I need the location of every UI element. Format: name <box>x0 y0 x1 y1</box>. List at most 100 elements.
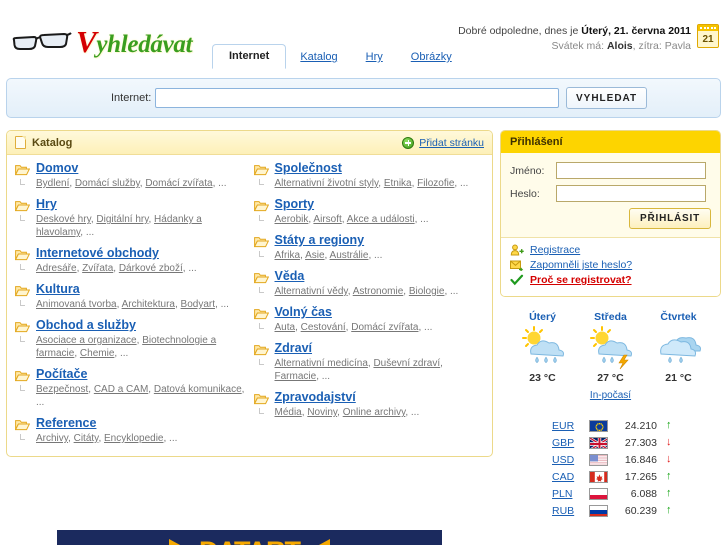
subcategory-link[interactable]: Auta <box>275 322 296 333</box>
category-title-row[interactable]: Věda <box>253 269 485 284</box>
weather-source[interactable]: In-počasí <box>500 390 721 401</box>
register-link-row[interactable]: Registrace <box>510 244 711 256</box>
login-password-input[interactable] <box>556 185 706 202</box>
subcategory-link[interactable]: Online archivy <box>343 407 406 418</box>
category-name[interactable]: Sporty <box>275 197 315 211</box>
category-name[interactable]: Věda <box>275 269 305 283</box>
login-name-input[interactable] <box>556 162 706 179</box>
subcategory-link[interactable]: Citáty <box>74 433 99 444</box>
subcategory-link[interactable]: Etnika <box>384 178 412 189</box>
category-name[interactable]: Hry <box>36 197 57 211</box>
why-register-link[interactable]: Proč se registrovat? <box>530 274 632 286</box>
subcategory-link[interactable]: Biologie <box>409 286 445 297</box>
category-title-row[interactable]: Kultura <box>15 282 246 297</box>
forgot-password-row[interactable]: Zapomněli jste heslo? <box>510 259 711 272</box>
subcategory-link[interactable]: Zvířata <box>82 263 113 274</box>
subcategory-link[interactable]: Aerobik <box>275 214 309 225</box>
subcategory-link[interactable]: Domácí zvířata <box>351 322 418 333</box>
weather-source-link[interactable]: In-počasí <box>590 390 631 401</box>
search-input[interactable] <box>155 88 559 108</box>
currency-code-link[interactable]: GBP <box>552 437 582 449</box>
category-title-row[interactable]: Reference <box>15 416 246 431</box>
subcategory-link[interactable]: CAD a CAM <box>94 384 148 395</box>
category-name[interactable]: Internetové obchody <box>36 246 159 260</box>
subcategory-link[interactable]: Dárkové zboží <box>119 263 183 274</box>
subcategory-link[interactable]: Airsoft <box>313 214 341 225</box>
tab-katalog[interactable]: Katalog <box>286 46 351 69</box>
tab-obrazky[interactable]: Obrázky <box>397 46 466 69</box>
ca-flag <box>589 470 608 483</box>
subcategory-link[interactable]: Chemie <box>80 348 114 359</box>
forgot-password-link[interactable]: Zapomněli jste heslo? <box>530 259 632 271</box>
category-title-row[interactable]: Zdraví <box>253 341 485 356</box>
category-name[interactable]: Zdraví <box>275 341 313 355</box>
page-icon <box>15 136 26 149</box>
category-title-row[interactable]: Počítače <box>15 367 246 382</box>
subcategory-link[interactable]: Astronomie <box>353 286 404 297</box>
category-name[interactable]: Volný čas <box>275 305 332 319</box>
subcategory-link[interactable]: Archivy <box>36 433 68 444</box>
category-title-row[interactable]: Státy a regiony <box>253 233 485 248</box>
category-name[interactable]: Zpravodajství <box>275 390 356 404</box>
category-name[interactable]: Obchod a služby <box>36 318 136 332</box>
category-name[interactable]: Společnost <box>275 161 342 175</box>
subcategory-link[interactable]: Animovaná tvorba <box>36 299 117 310</box>
subcategory-link[interactable]: Alternativní vědy <box>275 286 348 297</box>
currency-code-link[interactable]: PLN <box>552 488 582 500</box>
subcategory-link[interactable]: Noviny <box>307 407 337 418</box>
category-title-row[interactable]: Hry <box>15 197 246 212</box>
category-title-row[interactable]: Obchod a služby <box>15 318 246 333</box>
subcategory-link[interactable]: Afrika <box>275 250 301 261</box>
subcategory-row: Archivy, Citáty, Encyklopedie, ... <box>15 432 246 445</box>
subcategory-link[interactable]: Asociace a organizace <box>36 335 137 346</box>
currency-code-link[interactable]: RUB <box>552 505 582 517</box>
category-title-row[interactable]: Společnost <box>253 161 485 176</box>
subcategory-link[interactable]: Domácí zvířata <box>145 178 212 189</box>
subcategory-link[interactable]: Bodyart <box>181 299 215 310</box>
subcategory-link[interactable]: Austrálie <box>330 250 369 261</box>
subcategory-link[interactable]: Cestování <box>301 322 346 333</box>
register-link[interactable]: Registrace <box>530 244 580 256</box>
weather-temp: 27 °C <box>597 372 624 384</box>
category-name[interactable]: Kultura <box>36 282 80 296</box>
category-name[interactable]: Počítače <box>36 367 87 381</box>
login-submit-button[interactable]: PŘIHLÁSIT <box>629 208 711 229</box>
category-name[interactable]: Státy a regiony <box>275 233 365 247</box>
subcategory-link[interactable]: Domácí služby <box>75 178 140 189</box>
subcategory-link[interactable]: Filozofie <box>417 178 454 189</box>
subcategory-link[interactable]: Encyklopedie <box>104 433 163 444</box>
tab-hry[interactable]: Hry <box>352 46 397 69</box>
add-page-link[interactable]: Přidat stránku <box>419 137 484 149</box>
add-page-link-group[interactable]: Přidat stránku <box>402 136 484 149</box>
subcategory-link[interactable]: Alternativní medicína <box>275 358 368 369</box>
subcategory-link[interactable]: Farmacie <box>275 371 317 382</box>
subcategory-link[interactable]: Alternativní životní styly <box>275 178 379 189</box>
category-title-row[interactable]: Internetové obchody <box>15 246 246 261</box>
site-logo[interactable]: Vyhledávat <box>10 24 193 60</box>
search-button[interactable]: VYHLEDAT <box>566 87 648 109</box>
subcategory-link[interactable]: Asie <box>305 250 324 261</box>
subcategory-link[interactable]: Bezpečnost <box>36 384 88 395</box>
datart-banner[interactable]: DATART ZÁVAZEK DŮVĚRY. i <box>57 530 442 545</box>
subcategory-link[interactable]: Datová komunikace <box>154 384 242 395</box>
catalog-category: Státy a regiony Afrika, Asie, Austrálie, … <box>253 233 485 262</box>
category-name[interactable]: Reference <box>36 416 96 430</box>
tab-internet[interactable]: Internet <box>212 44 287 69</box>
subcategory-link[interactable]: Adresáře <box>36 263 77 274</box>
subcategory-link[interactable]: Deskové hry <box>36 214 91 225</box>
subcategory-link[interactable]: Akce a události <box>347 214 415 225</box>
currency-code-link[interactable]: CAD <box>552 471 582 483</box>
currency-code-link[interactable]: USD <box>552 454 582 466</box>
subcategory-link[interactable]: Architektura <box>122 299 175 310</box>
subcategory-link[interactable]: Média <box>275 407 302 418</box>
why-register-row[interactable]: Proč se registrovat? <box>510 274 711 286</box>
currency-code-link[interactable]: EUR <box>552 420 582 432</box>
category-title-row[interactable]: Zpravodajství <box>253 390 485 405</box>
subcategory-link[interactable]: Duševní zdraví <box>373 358 440 369</box>
category-name[interactable]: Domov <box>36 161 78 175</box>
subcategory-link[interactable]: Digitální hry <box>96 214 148 225</box>
category-title-row[interactable]: Domov <box>15 161 246 176</box>
category-title-row[interactable]: Sporty <box>253 197 485 212</box>
category-title-row[interactable]: Volný čas <box>253 305 485 320</box>
subcategory-link[interactable]: Bydlení <box>36 178 69 189</box>
